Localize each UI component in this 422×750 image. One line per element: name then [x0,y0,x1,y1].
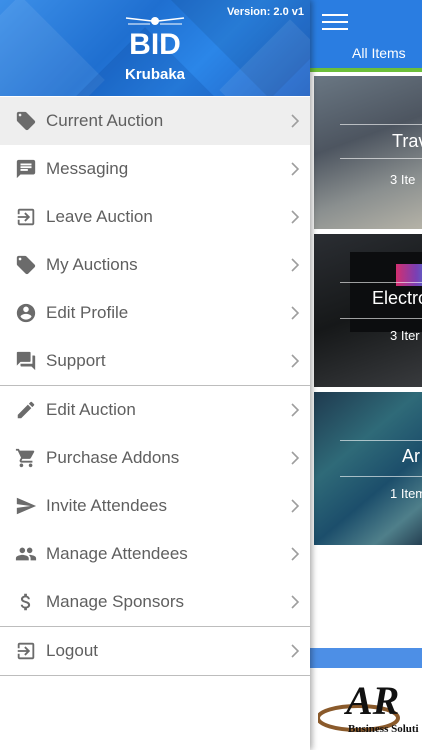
menu-item-logout[interactable]: Logout [0,627,310,675]
pencil-icon [0,399,46,421]
menu-item-label: Edit Auction [46,400,136,419]
menu-item-manage-sponsors[interactable]: Manage Sponsors [0,578,310,626]
menu-item-my-auctions[interactable]: My Auctions [0,241,310,289]
menu-item-label: Manage Attendees [46,544,188,563]
exit-icon [0,206,46,228]
menu-item-label: Messaging [46,159,129,178]
logout-icon [0,640,46,662]
category-label: Ar [402,446,420,466]
menu-item-label: Logout [46,641,98,660]
menu-item-label: Leave Auction [46,207,153,226]
navigation-drawer: Version: 2.0 v1 BID Krubaka Current Auct… [0,0,310,750]
tab-all-items[interactable]: All Items [352,45,406,61]
menu-item-support[interactable]: Support [0,337,310,385]
category-card-art[interactable]: Ar 1 Item [314,392,422,545]
menu-item-label: Manage Sponsors [46,592,184,611]
menu-item-label: My Auctions [46,255,138,274]
category-label: Electro [372,288,422,308]
chevron-right-icon [280,450,310,466]
category-label: Trav [392,131,422,151]
sponsor-logo-mark: AR [343,678,399,723]
chevron-right-icon [280,257,310,273]
send-icon [0,495,46,517]
version-label: Version: 2.0 v1 [226,6,304,18]
bid-logo: BID [125,17,185,56]
menu-item-edit-profile[interactable]: Edit Profile [0,289,310,337]
menu-item-label: Edit Profile [46,303,129,322]
category-count: 3 Ite [390,172,416,187]
tags-icon [0,254,46,276]
menu-item-manage-attendees[interactable]: Manage Attendees [0,530,310,578]
chevron-right-icon [280,305,310,321]
drawer-header: Version: 2.0 v1 BID Krubaka [0,0,310,96]
sponsor-logo: AR Business Soluti [316,670,422,750]
cart-icon [0,447,46,469]
sponsor-logo-subtitle: Business Soluti [348,723,419,735]
chevron-right-icon [280,402,310,418]
menu-item-invite-attendees[interactable]: Invite Attendees [0,482,310,530]
chevron-right-icon [280,498,310,514]
dollar-icon [0,591,46,613]
people-icon [0,543,46,565]
chevron-right-icon [280,113,310,129]
category-card-electronics[interactable]: Electro 3 Iter [314,234,422,387]
app-name: Krubaka [124,66,186,83]
menu-item-label: Current Auction [46,111,164,130]
menu-item-edit-auction[interactable]: Edit Auction [0,386,310,434]
chevron-right-icon [280,353,310,369]
category-count: 1 Item [390,486,422,501]
menu-item-leave-auction[interactable]: Leave Auction [0,193,310,241]
account-circle-icon [0,302,46,324]
menu-item-label: Purchase Addons [46,448,180,467]
menu-item-label: Invite Attendees [46,496,167,515]
menu-item-current-auction[interactable]: Current Auction [0,97,310,145]
forum-icon [0,350,46,372]
chevron-right-icon [280,643,310,659]
chevron-right-icon [280,546,310,562]
chevron-right-icon [280,161,310,177]
chevron-right-icon [280,594,310,610]
menu-divider [0,675,310,676]
sponsor-header-bar [310,648,422,668]
menu-item-purchase-addons[interactable]: Purchase Addons [0,434,310,482]
category-card-travel[interactable]: Trav 3 Ite [314,76,422,229]
hamburger-menu-icon[interactable] [322,14,348,32]
tag-icon [0,110,46,132]
drawer-menu: Current Auction Messaging Leave Auction … [0,97,310,676]
menu-item-messaging[interactable]: Messaging [0,145,310,193]
chat-icon [0,158,46,180]
logo-text: BID [129,28,181,56]
category-count: 3 Iter [390,328,420,343]
menu-item-label: Support [46,351,106,370]
chevron-right-icon [280,209,310,225]
